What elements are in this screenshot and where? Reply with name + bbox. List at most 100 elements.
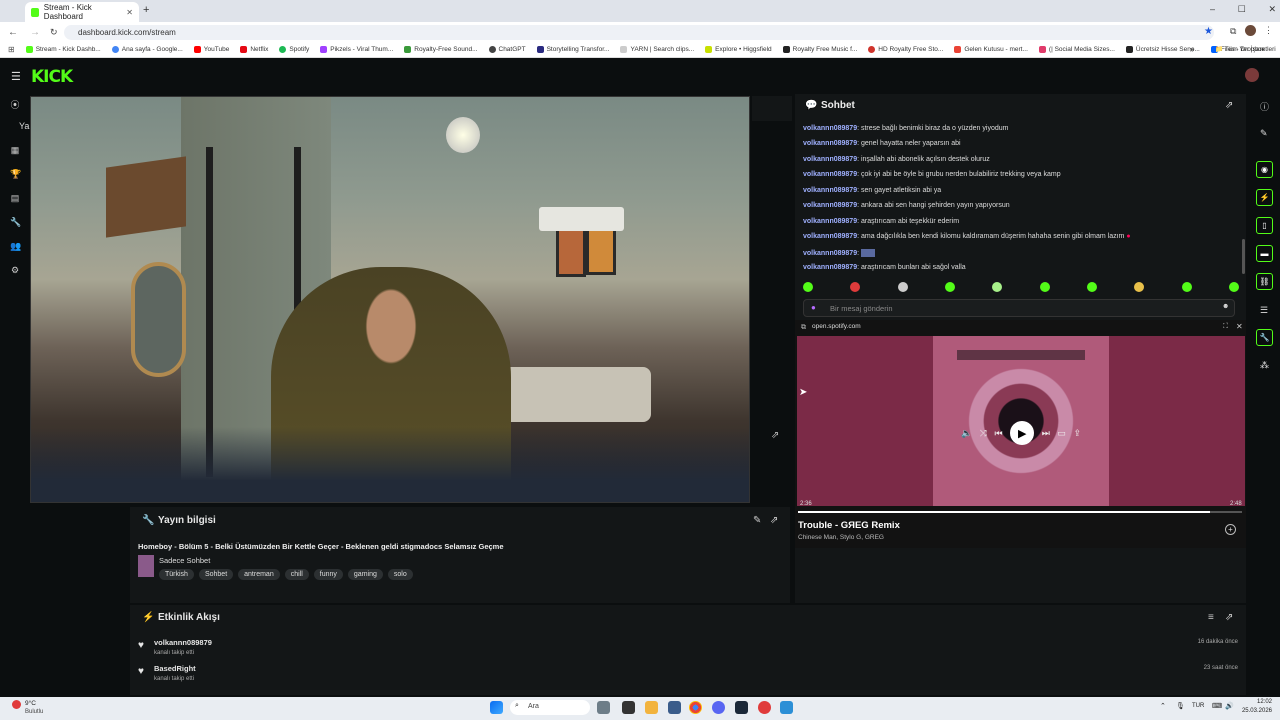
edit-icon[interactable]: ✎ [1260, 128, 1268, 139]
emote-icon[interactable] [850, 282, 861, 292]
users-icon[interactable]: 👥 [10, 241, 21, 251]
weather-alert-icon[interactable] [12, 700, 21, 709]
tag[interactable]: antreman [238, 569, 280, 580]
taskbar-app-icon[interactable] [780, 701, 793, 714]
share-icon[interactable]: ⇪ [1073, 428, 1081, 439]
popout-activity-icon[interactable]: ⇗ [1225, 612, 1233, 623]
kick-logo[interactable]: KICK [31, 67, 73, 87]
browser-tab[interactable]: Stream - Kick Dashboard ✕ [25, 2, 139, 22]
camera-icon[interactable]: ◉ [1256, 161, 1273, 178]
volume-tray-icon[interactable]: 🔊 [1225, 702, 1234, 710]
start-icon[interactable] [490, 701, 503, 714]
edit-info-icon[interactable]: ✎ [753, 515, 761, 526]
popout-video-icon[interactable]: ⇗ [771, 430, 779, 441]
chat-scrollbar[interactable] [1242, 239, 1245, 274]
event-user[interactable]: volkannn089879 [154, 638, 212, 647]
emoji-icon[interactable]: ☻ [1222, 303, 1229, 310]
chat-input[interactable]: ● Bir mesaj gönderin ☻ [803, 299, 1235, 317]
new-tab-icon[interactable]: + [143, 4, 149, 16]
apps-icon[interactable]: ⊞ [8, 45, 15, 54]
network-icon[interactable]: ⌨ [1212, 702, 1222, 710]
taskbar-app-icon[interactable] [712, 701, 725, 714]
document-icon[interactable]: ▯ [1256, 217, 1273, 234]
mic-icon[interactable]: ● [811, 303, 816, 312]
bookmark[interactable]: Pikzels - Viral Thum... [320, 46, 393, 53]
bookmark[interactable]: Storytelling Transfor... [536, 46, 609, 53]
info-icon[interactable]: ⓘ [1260, 100, 1269, 113]
maximize-icon[interactable]: ☐ [1238, 4, 1246, 15]
tag[interactable]: solo [387, 569, 413, 580]
back-icon[interactable]: ← [8, 27, 18, 38]
close-popup-icon[interactable]: ✕ [1236, 322, 1243, 331]
lyrics-icon[interactable]: ▭ [1057, 428, 1066, 439]
previous-icon[interactable]: ⏮ [995, 428, 1003, 439]
url-field[interactable]: dashboard.kick.com/stream [64, 25, 1214, 40]
bookmark[interactable]: Gelen Kutusu - mert... [954, 46, 1028, 53]
stream-preview-video[interactable] [30, 96, 750, 503]
emote-icon[interactable] [1228, 282, 1239, 292]
live-icon[interactable]: ⦿ [10, 98, 20, 110]
progress-track[interactable] [798, 511, 1242, 513]
emote-icon[interactable] [897, 282, 908, 292]
popout-chat-icon[interactable]: ⇗ [1225, 100, 1233, 111]
chat-bubble-icon[interactable]: ▬ [1256, 245, 1273, 262]
next-icon[interactable]: ⏭ [1042, 428, 1050, 439]
profile-avatar[interactable] [1245, 25, 1256, 36]
category-name[interactable]: Sadece Sohbet [159, 556, 210, 565]
event-user[interactable]: BasedRight [154, 664, 196, 673]
tag[interactable]: funny [313, 569, 343, 580]
mic-tray-icon[interactable]: 🎙 [1176, 702, 1185, 710]
emote-icon[interactable] [992, 282, 1003, 292]
taskbar-app-icon[interactable] [668, 701, 681, 714]
clock-time[interactable]: 12:02 [1242, 699, 1272, 705]
bookmark-star-icon[interactable]: ★ [1204, 26, 1213, 37]
hamburger-menu-icon[interactable]: ☰ [11, 70, 21, 83]
shuffle-icon[interactable]: ⤨ [980, 428, 987, 439]
taskbar-search[interactable]: Ara [510, 700, 590, 715]
volume-icon[interactable]: 🔈 [961, 428, 972, 439]
bookmark[interactable]: Netflix [240, 46, 268, 53]
layout-icon[interactable]: ▤ [10, 193, 20, 203]
play-button[interactable]: ▶ [1010, 421, 1035, 445]
bookmark[interactable]: Ücretsiz Hisse Sene... [1125, 46, 1200, 53]
widgets-icon[interactable]: ⁂ [1260, 360, 1269, 371]
emote-icon[interactable] [944, 282, 955, 292]
close-window-icon[interactable]: ✕ [1268, 4, 1276, 15]
emote-icon[interactable] [1181, 282, 1192, 292]
broadcast-icon[interactable]: ⚙ [10, 265, 20, 275]
bookmark[interactable]: Spotify [279, 46, 309, 53]
minimize-icon[interactable]: – [1210, 4, 1215, 15]
bookmarks-overflow-icon[interactable]: » [1190, 45, 1194, 54]
emote-icon[interactable] [1086, 282, 1097, 292]
expand-icon[interactable]: ⛶ [1223, 323, 1228, 331]
tool-icon[interactable]: 🔧 [1256, 329, 1273, 346]
lightning-icon[interactable]: ⚡ [1256, 189, 1273, 206]
add-to-library-icon[interactable]: + [1225, 524, 1236, 535]
tag[interactable]: Sohbet [198, 569, 234, 580]
emote-icon[interactable] [803, 282, 813, 292]
wrench-icon[interactable]: 🔧 [10, 217, 21, 227]
taskbar-app-icon[interactable] [758, 701, 771, 714]
steam-icon[interactable] [735, 701, 748, 714]
bookmark[interactable]: ChatGPT [488, 46, 526, 53]
forward-icon[interactable]: → [30, 27, 40, 38]
popout-info-icon[interactable]: ⇗ [770, 515, 778, 526]
all-bookmarks[interactable]: 📁 Tüm Yer İşaretleri [1215, 45, 1276, 53]
filter-icon[interactable]: ≡ [1208, 612, 1214, 623]
tray-chevron-icon[interactable]: ⌃ [1160, 702, 1166, 710]
emote-icon[interactable] [1134, 282, 1145, 292]
tag[interactable]: gaming [347, 569, 383, 580]
taskbar-app-icon[interactable] [622, 701, 635, 714]
reload-icon[interactable]: ↻ [50, 27, 58, 38]
tab-close-icon[interactable]: ✕ [126, 8, 133, 17]
bookmark[interactable]: Royalty Free Music f... [782, 46, 857, 53]
language-indicator[interactable]: TUR [1192, 703, 1204, 709]
tag[interactable]: Türkish [159, 569, 194, 580]
emote-icon[interactable] [1039, 282, 1050, 292]
link-icon[interactable]: ⛓ [1256, 273, 1273, 290]
bookmark[interactable]: YARN | Search clips... [620, 46, 694, 53]
extensions-icon[interactable]: ⧉ [1230, 26, 1236, 37]
tag[interactable]: chill [284, 569, 309, 580]
bookmark[interactable]: (| Social Media Sizes... [1038, 46, 1115, 53]
analytics-icon[interactable]: ▦ [10, 145, 20, 155]
